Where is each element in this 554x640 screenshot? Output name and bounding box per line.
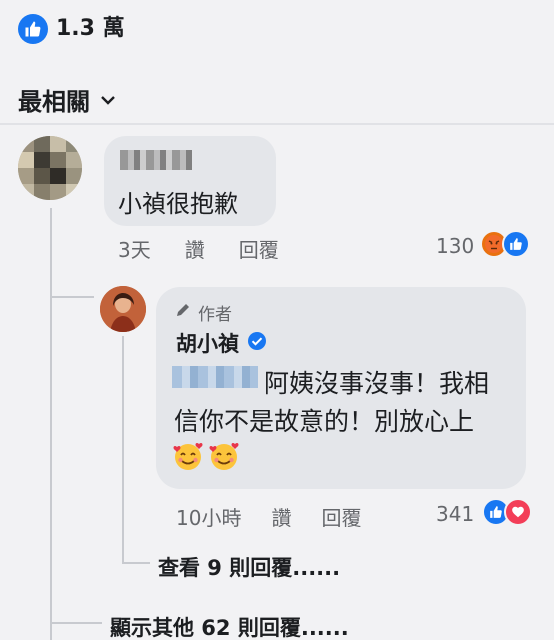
- avatar[interactable]: [18, 136, 82, 200]
- like-icon: [502, 230, 530, 258]
- like-icon: [18, 14, 48, 44]
- like-button[interactable]: 讚: [185, 234, 205, 263]
- divider: [0, 123, 554, 125]
- avatar[interactable]: [100, 286, 146, 332]
- thread-line-reply: [122, 336, 124, 562]
- reaction-icons[interactable]: [480, 230, 530, 258]
- thread-connector: [50, 622, 102, 624]
- reaction-icons[interactable]: [482, 498, 532, 526]
- thread-connector: [50, 296, 94, 298]
- comment-text: 小禎很抱歉: [118, 190, 238, 218]
- emoji-group: [172, 440, 240, 476]
- reply-button[interactable]: 回覆: [239, 234, 279, 263]
- verified-icon: [247, 331, 267, 355]
- reply-time[interactable]: 10小時: [176, 502, 241, 531]
- view-replies-link[interactable]: 查看 9 則回覆......: [158, 552, 340, 582]
- more-replies-link[interactable]: 顯示其他 62 則回覆......: [110, 612, 349, 640]
- reaction-total[interactable]: 1.3 萬: [56, 14, 125, 44]
- like-button[interactable]: 讚: [271, 502, 291, 531]
- reply-author[interactable]: 胡小禎: [176, 328, 267, 358]
- author-badge: 作者: [174, 300, 232, 325]
- hearts-face-emoji-icon: [208, 440, 240, 476]
- reaction-count[interactable]: 130: [436, 234, 474, 258]
- reply-text-line-1: 阿姨沒事沒事！我相: [264, 369, 490, 398]
- hearts-face-emoji-icon: [172, 440, 204, 476]
- comment-time[interactable]: 3天: [118, 234, 151, 263]
- reply-text-line-2: 信你不是故意的！別放心上: [174, 407, 475, 436]
- sort-dropdown[interactable]: 最相關: [18, 82, 116, 117]
- pencil-icon: [174, 301, 192, 324]
- thread-line: [50, 208, 52, 640]
- reply-button[interactable]: 回覆: [321, 502, 361, 531]
- author-badge-label: 作者: [198, 305, 232, 325]
- reply-author-name: 胡小禎: [176, 332, 239, 356]
- sort-label: 最相關: [18, 88, 90, 116]
- love-icon: [504, 498, 532, 526]
- chevron-down-icon: [100, 91, 116, 110]
- thread-connector: [122, 562, 150, 564]
- blurred-commenter-name: [120, 150, 192, 170]
- comment-actions: 3天 讚 回覆: [118, 234, 279, 263]
- blurred-mention: [172, 366, 258, 388]
- reaction-count[interactable]: 341: [436, 502, 474, 526]
- reply-actions: 10小時 讚 回覆: [176, 502, 361, 531]
